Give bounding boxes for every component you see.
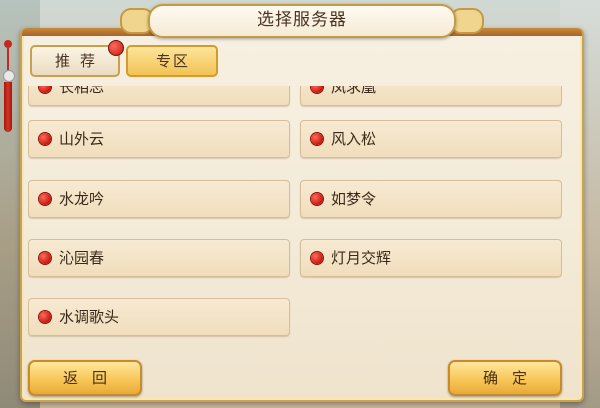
confirm-button[interactable]: 确定 [448, 360, 562, 396]
window-title: 选择服务器 [257, 10, 347, 30]
server-item[interactable]: 水龙吟 [28, 180, 290, 218]
server-item[interactable]: 灯月交辉 [300, 239, 562, 277]
server-name: 风入松 [331, 130, 377, 148]
title-plaque: 选择服务器 [148, 4, 456, 38]
tab-zone[interactable]: 专区 [126, 45, 218, 77]
server-name: 凤求凰 [331, 86, 377, 96]
back-button[interactable]: 返回 [28, 360, 142, 396]
server-name: 如梦令 [331, 190, 377, 208]
server-status-dot-icon [39, 252, 51, 264]
server-status-dot-icon [39, 86, 51, 93]
server-status-dot-icon [39, 193, 51, 205]
notification-dot-icon [108, 40, 124, 56]
tab-recommend[interactable]: 推荐 [30, 45, 120, 77]
tassel-decoration-icon [2, 40, 15, 140]
server-status-dot-icon [39, 311, 51, 323]
server-status-dot-icon [39, 133, 51, 145]
server-item[interactable]: 风入松 [300, 120, 562, 158]
server-status-dot-icon [311, 86, 323, 93]
server-item[interactable]: 凤求凰 [300, 86, 562, 106]
server-item[interactable]: 水调歌头 [28, 298, 290, 336]
server-item[interactable]: 山外云 [28, 120, 290, 158]
server-name: 水龙吟 [59, 190, 105, 208]
server-list[interactable]: 长相忘 凤求凰 山外云 风入松 水龙吟 如梦令 沁园春 灯月交辉 水调歌头 [28, 86, 562, 352]
server-status-dot-icon [311, 252, 323, 264]
server-name: 山外云 [59, 130, 105, 148]
server-item[interactable]: 如梦令 [300, 180, 562, 218]
server-item[interactable]: 沁园春 [28, 239, 290, 277]
server-status-dot-icon [311, 133, 323, 145]
server-item[interactable]: 长相忘 [28, 86, 290, 106]
server-name: 长相忘 [59, 86, 105, 96]
server-name: 灯月交辉 [331, 249, 392, 267]
server-name: 水调歌头 [59, 308, 120, 326]
server-name: 沁园春 [59, 249, 105, 267]
server-status-dot-icon [311, 193, 323, 205]
